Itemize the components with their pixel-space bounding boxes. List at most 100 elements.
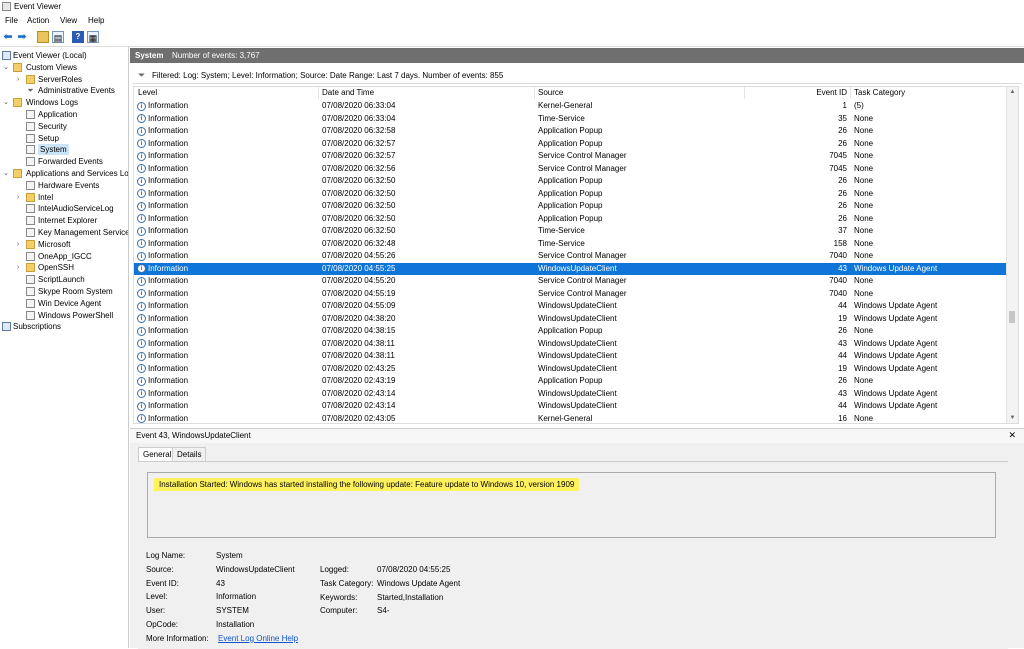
table-row[interactable]: i Information 07/08/2020 04:38:20 WindowsUp…	[134, 313, 1008, 326]
table-row[interactable]: i Information 07/08/2020 06:32:50 Applicati…	[134, 213, 1008, 226]
table-row[interactable]: i Information 07/08/2020 06:32:57 Applicati…	[134, 138, 1008, 151]
folder-icon	[13, 98, 22, 108]
table-row[interactable]: i Information 07/08/2020 06:32:58 Applicati…	[134, 125, 1008, 138]
tree-item[interactable]: Windows PowerShell	[0, 310, 128, 321]
table-row[interactable]: i Information 07/08/2020 02:43:25 WindowsUp…	[134, 363, 1008, 376]
column-header-task-category[interactable]: Task Category	[854, 87, 905, 99]
tree-item[interactable]: IntelAudioServiceLog	[0, 203, 128, 214]
table-row[interactable]: i Information 07/08/2020 04:38:11 WindowsUp…	[134, 350, 1008, 363]
expand-down-icon[interactable]: ⌄	[2, 168, 10, 179]
tree-item[interactable]: Forwarded Events	[0, 156, 128, 167]
expand-right-icon[interactable]: ›	[14, 239, 22, 250]
tree-item[interactable]: › Microsoft	[0, 239, 128, 250]
show-hide-tree-icon[interactable]: ▤	[52, 31, 64, 43]
cell-date: 07/08/2020 02:43:14	[322, 388, 396, 398]
tab-details[interactable]: Details	[172, 447, 207, 462]
tree-item[interactable]: ⏷ Administrative Events	[0, 85, 128, 96]
scroll-down-icon[interactable]: ▼	[1007, 413, 1018, 423]
forward-arrow-icon[interactable]: ➡	[16, 31, 28, 43]
tree-item[interactable]: Event Viewer (Local)	[0, 50, 128, 61]
show-hide-action-pane-icon[interactable]: ▦	[87, 31, 99, 43]
tree-item[interactable]: ⌄ Applications and Services Lo	[0, 168, 128, 179]
menu-file[interactable]: File	[5, 16, 18, 25]
tree-item[interactable]: Win Device Agent	[0, 298, 128, 309]
cell-event-id: 26	[838, 176, 847, 185]
column-header-event-id[interactable]: Event ID	[790, 87, 847, 99]
table-row[interactable]: i Information 07/08/2020 06:32:57 Service C…	[134, 150, 1008, 163]
column-header-source[interactable]: Source	[538, 87, 563, 99]
table-row[interactable]: i Information 07/08/2020 06:32:50 Applicati…	[134, 188, 1008, 201]
tree-item[interactable]: Subscriptions	[0, 321, 128, 332]
table-row[interactable]: i Information 07/08/2020 04:38:11 WindowsUp…	[134, 338, 1008, 351]
cell-date: 07/08/2020 06:32:50	[322, 188, 396, 198]
tree-item[interactable]: Application	[0, 109, 128, 120]
column-header-level[interactable]: Level	[138, 87, 157, 99]
information-icon: i	[137, 401, 146, 411]
cell-date: 07/08/2020 06:33:04	[322, 101, 396, 110]
expand-right-icon[interactable]: ›	[14, 74, 22, 85]
table-row[interactable]: i Information 07/08/2020 02:43:14 WindowsUp…	[134, 388, 1008, 401]
menu-action[interactable]: Action	[27, 16, 49, 25]
tree-item[interactable]: › OpenSSH	[0, 262, 128, 273]
table-row[interactable]: i Information 07/08/2020 06:32:50 Applicati…	[134, 200, 1008, 213]
table-row[interactable]: i Information 07/08/2020 04:55:20 Service C…	[134, 275, 1008, 288]
tree-item[interactable]: OneApp_IGCC	[0, 251, 128, 262]
table-row[interactable]: i Information 07/08/2020 04:38:15 Applicati…	[134, 325, 1008, 338]
event-list-scrollbar[interactable]: ▲ ▼	[1006, 87, 1018, 423]
open-folder-icon[interactable]	[37, 31, 49, 43]
column-header-date[interactable]: Date and Time	[322, 87, 374, 99]
table-row[interactable]: i Information 07/08/2020 06:32:50 Applicati…	[134, 175, 1008, 188]
back-arrow-icon[interactable]: ⬅	[2, 31, 14, 43]
table-row[interactable]: i Information 07/08/2020 06:33:04 Kernel-Ge…	[134, 100, 1008, 113]
tree-item[interactable]: Internet Explorer	[0, 215, 128, 226]
information-icon: i	[137, 164, 146, 173]
tree-item[interactable]: › Intel	[0, 192, 128, 203]
event-message-box[interactable]: Installation Started: Windows has starte…	[147, 472, 996, 538]
table-row[interactable]: i Information 07/08/2020 06:33:04 Time-Serv…	[134, 113, 1008, 126]
cell-level: Information	[148, 351, 189, 360]
expand-right-icon[interactable]: ›	[14, 262, 22, 273]
table-row[interactable]: i Information 07/08/2020 02:43:05 Kernel-Ge…	[134, 413, 1008, 423]
tree-item[interactable]: System	[0, 144, 128, 156]
table-row[interactable]: i Information 07/08/2020 02:43:14 WindowsUp…	[134, 400, 1008, 413]
expand-right-icon[interactable]: ›	[14, 192, 22, 203]
tree-item[interactable]: ScriptLaunch	[0, 274, 128, 285]
tree-item[interactable]: Setup	[0, 133, 128, 144]
folder-icon	[13, 169, 22, 178]
cell-event-id: 44	[838, 401, 847, 410]
event-log-online-help-link[interactable]: Event Log Online Help	[218, 634, 298, 643]
expand-down-icon[interactable]: ⌄	[2, 97, 10, 108]
expand-down-icon[interactable]: ⌄	[2, 62, 10, 73]
help-icon[interactable]: ?	[72, 31, 84, 43]
cell-date: 07/08/2020 02:43:25	[322, 363, 396, 373]
close-icon[interactable]: ✕	[1008, 430, 1016, 441]
table-row[interactable]: i Information 07/08/2020 04:55:19 Service C…	[134, 288, 1008, 301]
menu-view[interactable]: View	[60, 16, 77, 25]
tree-item[interactable]: Hardware Events	[0, 180, 128, 191]
tab-general[interactable]: General	[138, 447, 177, 462]
table-row[interactable]: i Information 07/08/2020 06:32:56 Service C…	[134, 163, 1008, 176]
log-icon	[26, 157, 35, 167]
table-row[interactable]: i Information 07/08/2020 02:43:19 Applicati…	[134, 375, 1008, 388]
scroll-thumb[interactable]	[1009, 311, 1015, 323]
tree-item[interactable]: › ServerRoles	[0, 74, 128, 85]
tree-item[interactable]: ⌄ Windows Logs	[0, 97, 128, 108]
tree-item[interactable]: ⌄ Custom Views	[0, 62, 128, 73]
table-row[interactable]: i Information 07/08/2020 06:32:48 Time-Serv…	[134, 238, 1008, 251]
menu-help[interactable]: Help	[88, 16, 104, 25]
scroll-up-icon[interactable]: ▲	[1007, 87, 1018, 97]
cell-task-category: Windows Update Agent	[854, 401, 938, 410]
cell-task-category: None	[854, 251, 874, 260]
table-row[interactable]: i Information 07/08/2020 04:55:09 WindowsUp…	[134, 300, 1008, 313]
table-row[interactable]: i Information 07/08/2020 04:55:25 WindowsUp…	[134, 262, 1008, 275]
cell-event-id: 43	[838, 263, 847, 273]
tree-item[interactable]: Security	[0, 121, 128, 132]
tree-item-label: System	[38, 144, 69, 156]
table-row[interactable]: i Information 07/08/2020 06:32:50 Time-Serv…	[134, 225, 1008, 238]
tree-item[interactable]: Skype Room System	[0, 286, 128, 297]
event-message: Installation Started: Windows has starte…	[154, 478, 580, 491]
table-row[interactable]: i Information 07/08/2020 04:55:26 Service C…	[134, 250, 1008, 263]
tree-item[interactable]: Key Management Service	[0, 227, 128, 238]
cell-source: Application Popup	[538, 126, 603, 135]
information-icon: i	[137, 101, 146, 111]
